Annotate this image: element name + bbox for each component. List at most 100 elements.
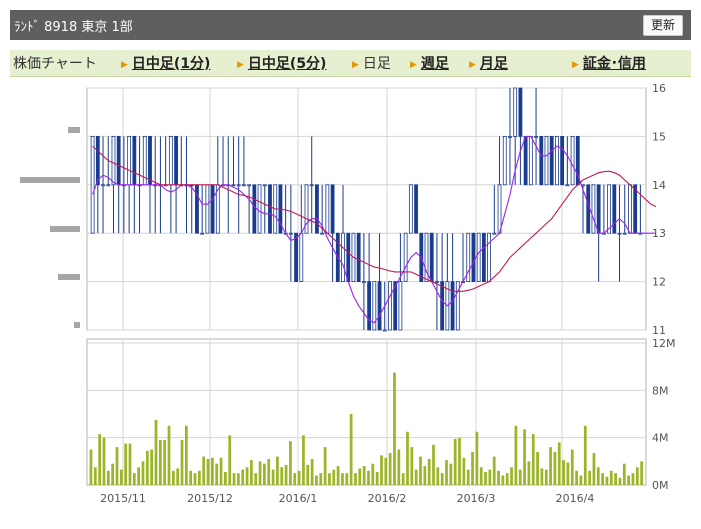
volume-tick-label: 0M bbox=[652, 479, 669, 492]
volume-bar bbox=[93, 467, 97, 485]
candle-body bbox=[549, 135, 554, 186]
volume-bar bbox=[614, 473, 617, 485]
volume-bar bbox=[596, 467, 600, 485]
volume-bar bbox=[583, 425, 587, 485]
volume-bar bbox=[627, 475, 630, 485]
volume-bar bbox=[501, 475, 505, 485]
price-volume-profile-bar bbox=[74, 322, 80, 328]
volume-bar bbox=[397, 449, 401, 485]
volume-bar bbox=[124, 443, 128, 485]
candle-body bbox=[127, 135, 132, 186]
volume-bar bbox=[137, 467, 141, 485]
candle-body bbox=[497, 184, 502, 234]
volume-bar bbox=[440, 473, 444, 485]
x-axis-date-label: 2016/1 bbox=[279, 492, 318, 505]
candle-body bbox=[481, 232, 486, 282]
x-axis-date-label: 2016/3 bbox=[457, 492, 496, 505]
volume-bar bbox=[145, 450, 149, 485]
volume-bar bbox=[297, 470, 301, 485]
candle-body bbox=[382, 329, 387, 332]
price-volume-profile-bar bbox=[68, 127, 80, 133]
x-axis-date-label: 2015/12 bbox=[187, 492, 233, 505]
candle-body bbox=[513, 87, 518, 137]
candle-body bbox=[508, 135, 512, 138]
volume-bar bbox=[427, 458, 431, 485]
volume-bar bbox=[206, 458, 210, 485]
volume-bar bbox=[384, 457, 388, 485]
candle-body bbox=[200, 232, 205, 235]
volume-bar bbox=[189, 470, 193, 485]
volume-bar bbox=[211, 457, 214, 485]
candle-body bbox=[565, 184, 570, 187]
volume-bar bbox=[640, 461, 643, 485]
volume-bar bbox=[341, 473, 344, 485]
candle-body bbox=[210, 184, 215, 234]
candle-body bbox=[539, 135, 544, 186]
volume-bar bbox=[362, 466, 366, 485]
volume-bar bbox=[536, 451, 539, 485]
candle-body bbox=[403, 232, 408, 282]
volume-bar bbox=[336, 466, 340, 485]
volume-bar bbox=[479, 467, 483, 485]
candle-body bbox=[299, 232, 304, 282]
volume-bar bbox=[184, 425, 188, 485]
volume-bar bbox=[401, 473, 405, 485]
volume-bar bbox=[505, 473, 509, 485]
price-tick-label: 11 bbox=[652, 324, 666, 337]
candle-body bbox=[315, 184, 319, 234]
volume-bar bbox=[497, 470, 500, 485]
candle-body bbox=[560, 135, 565, 186]
x-axis-date-label: 2015/11 bbox=[100, 492, 146, 505]
candle-body bbox=[633, 184, 638, 234]
stock-chart-svg: 111213141516 0M4M8M12M2015/11 2015/12 2016… bbox=[20, 82, 676, 505]
volume-bar bbox=[510, 467, 513, 485]
volume-bar bbox=[605, 476, 609, 485]
volume-bar bbox=[323, 447, 327, 485]
volume-panel: 0M 4M 8M 12M 2015/11 2015/12 2016/1 2016/2 2016/… bbox=[86, 337, 676, 505]
volume-bar bbox=[553, 451, 557, 485]
volume-bar bbox=[592, 453, 596, 485]
volume-bar bbox=[432, 444, 435, 485]
volume-bar bbox=[345, 473, 349, 485]
candle-body bbox=[341, 232, 345, 282]
price-tick-label: 15 bbox=[652, 130, 666, 143]
candle-body bbox=[346, 232, 351, 282]
candle-body bbox=[377, 281, 382, 331]
candle-body bbox=[586, 184, 591, 234]
price-tick-label: 14 bbox=[652, 179, 666, 192]
candle-body bbox=[435, 281, 439, 284]
volume-bar bbox=[453, 438, 457, 485]
volume-bar bbox=[128, 443, 132, 485]
volume-bar bbox=[293, 473, 297, 485]
volume-bar bbox=[111, 463, 115, 485]
candle-body bbox=[440, 281, 445, 331]
volume-bar bbox=[302, 435, 305, 485]
volume-bar bbox=[319, 473, 323, 485]
volume-bar bbox=[514, 425, 518, 485]
candle-body bbox=[325, 184, 330, 234]
volume-bar bbox=[562, 460, 565, 485]
volume-bar bbox=[601, 473, 604, 485]
volume-tick-label: 12M bbox=[652, 337, 676, 350]
volume-bar bbox=[106, 470, 110, 485]
candle-body bbox=[617, 232, 622, 235]
volume-bar bbox=[618, 477, 622, 485]
volume-bar bbox=[245, 467, 249, 485]
volume-bar bbox=[492, 456, 496, 485]
candle-body bbox=[596, 184, 601, 234]
candle-body bbox=[492, 232, 497, 235]
candle-body bbox=[252, 184, 257, 234]
candle-body bbox=[361, 281, 366, 284]
volume-bar bbox=[263, 463, 266, 485]
volume-bar bbox=[371, 463, 375, 485]
candle-body bbox=[534, 135, 538, 138]
candle-body bbox=[101, 184, 105, 187]
price-tick-label: 16 bbox=[652, 82, 666, 95]
candle-body bbox=[356, 232, 361, 282]
volume-bar bbox=[445, 460, 448, 485]
volume-bar bbox=[484, 471, 487, 485]
candle-body bbox=[570, 135, 575, 186]
volume-bar bbox=[328, 473, 331, 485]
candle-body bbox=[528, 135, 533, 186]
price-volume-profile-bar bbox=[58, 274, 80, 280]
